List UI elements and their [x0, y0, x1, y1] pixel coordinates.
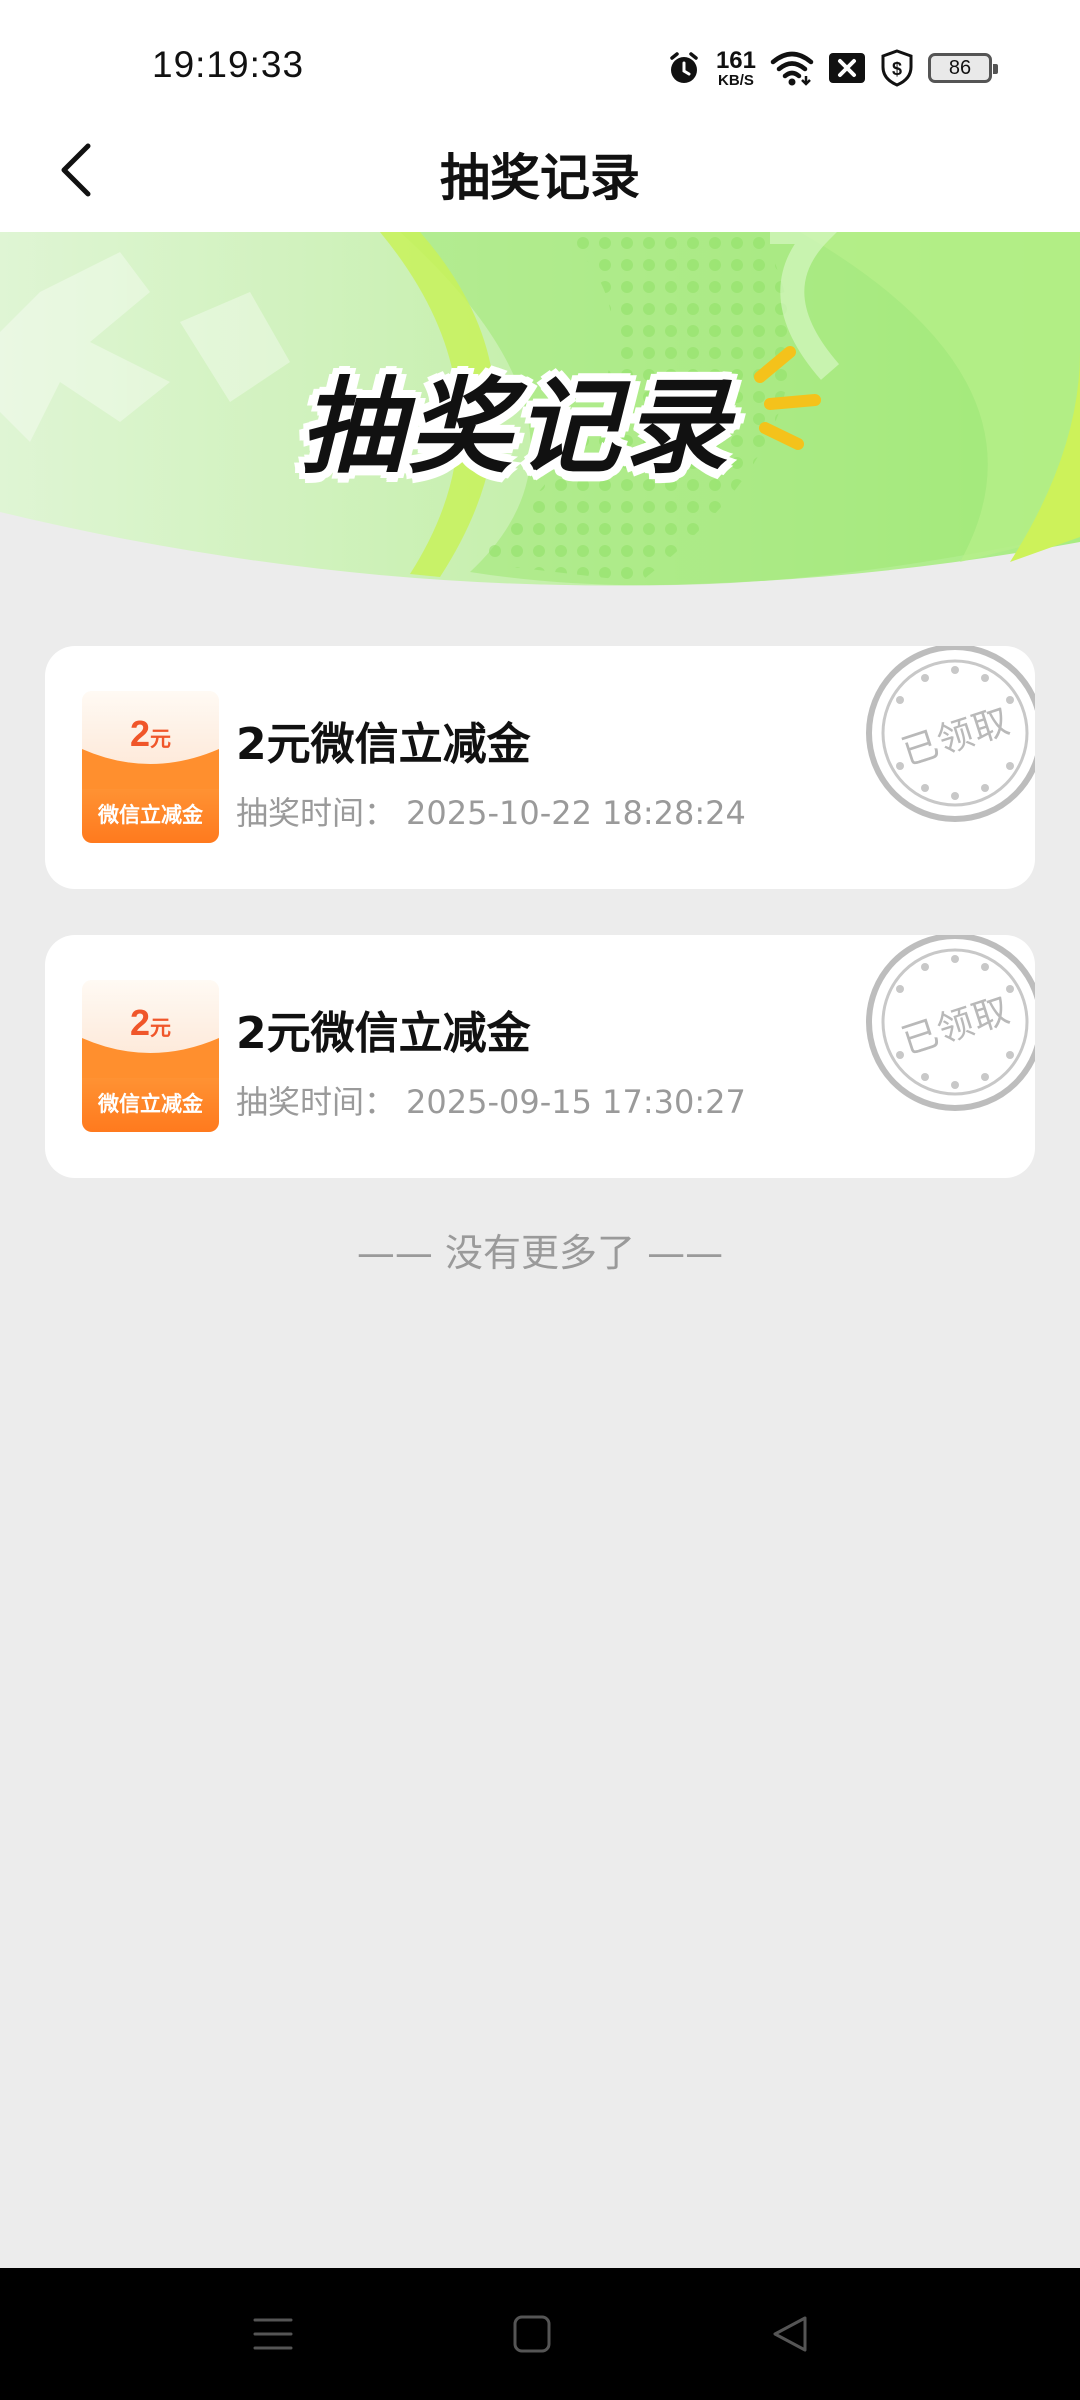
wifi-icon — [770, 50, 814, 86]
prize-thumbnail: 2元 微信立减金 — [82, 980, 219, 1132]
svg-text:$: $ — [892, 59, 902, 79]
back-triangle-icon — [773, 2316, 807, 2352]
banner-title: 抽奖记录 — [300, 366, 733, 488]
thumb-amount-value: 2 — [129, 713, 151, 754]
envelope-flap — [82, 1038, 219, 1078]
draw-time-label: 抽奖时间： — [236, 794, 397, 832]
notification-close-icon — [828, 52, 866, 84]
draw-time: 抽奖时间： 2025-09-15 17:30:27 — [236, 1077, 746, 1123]
record-card[interactable]: 2元 微信立减金 2元微信立减金 抽奖时间： 2025-09-15 17:30:2… — [45, 935, 1035, 1178]
draw-time-label: 抽奖时间： — [236, 1083, 397, 1121]
thumb-label: 微信立减金 — [98, 803, 203, 827]
draw-time: 抽奖时间： 2025-10-22 18:28:24 — [236, 788, 746, 834]
claimed-stamp: 已领取 — [860, 646, 1035, 828]
system-nav-bar — [0, 2268, 1080, 2400]
home-square-icon — [513, 2315, 551, 2353]
prize-thumbnail: 2元 微信立减金 — [82, 691, 219, 843]
nav-header: 抽奖记录 — [0, 100, 1080, 232]
prize-name: 2元微信立减金 — [236, 719, 531, 770]
banner: 抽奖记录 — [0, 232, 1080, 602]
prize-name: 2元微信立减金 — [236, 1008, 531, 1059]
screen: 19:19:33 161 KB/S $ 86 抽奖记录 抽奖记录 2元 微信立减… — [0, 0, 1080, 2400]
end-of-list-text: —— 没有更多了 —— — [356, 1231, 724, 1275]
thumb-amount-unit: 元 — [150, 728, 172, 751]
draw-time-value: 2025-09-15 17:30:27 — [406, 1083, 746, 1121]
menu-icon — [253, 2318, 293, 2350]
alarm-icon — [666, 50, 702, 86]
network-speed: 161 KB/S — [715, 46, 756, 89]
envelope-flap — [82, 749, 219, 789]
thumb-amount-value: 2 — [129, 1002, 151, 1043]
thumb-label: 微信立减金 — [98, 1092, 203, 1116]
record-card[interactable]: 2元 微信立减金 2元微信立减金 抽奖时间： 2025-10-22 18:28:2… — [45, 646, 1035, 889]
network-speed-value: 161 — [715, 46, 756, 74]
battery-icon: 86 — [928, 53, 998, 83]
system-back-button[interactable] — [760, 2304, 820, 2364]
page-title: 抽奖记录 — [440, 149, 640, 207]
claimed-stamp: 已领取 — [860, 935, 1035, 1117]
network-speed-unit: KB/S — [718, 71, 754, 89]
thumb-amount-unit: 元 — [150, 1017, 172, 1040]
home-button[interactable] — [502, 2304, 562, 2364]
menu-button[interactable] — [243, 2304, 303, 2364]
draw-time-value: 2025-10-22 18:28:24 — [406, 794, 746, 832]
shield-dollar-icon: $ — [880, 49, 914, 87]
status-icons: 161 KB/S $ 86 — [666, 46, 998, 89]
status-time: 19:19:33 — [152, 44, 305, 85]
